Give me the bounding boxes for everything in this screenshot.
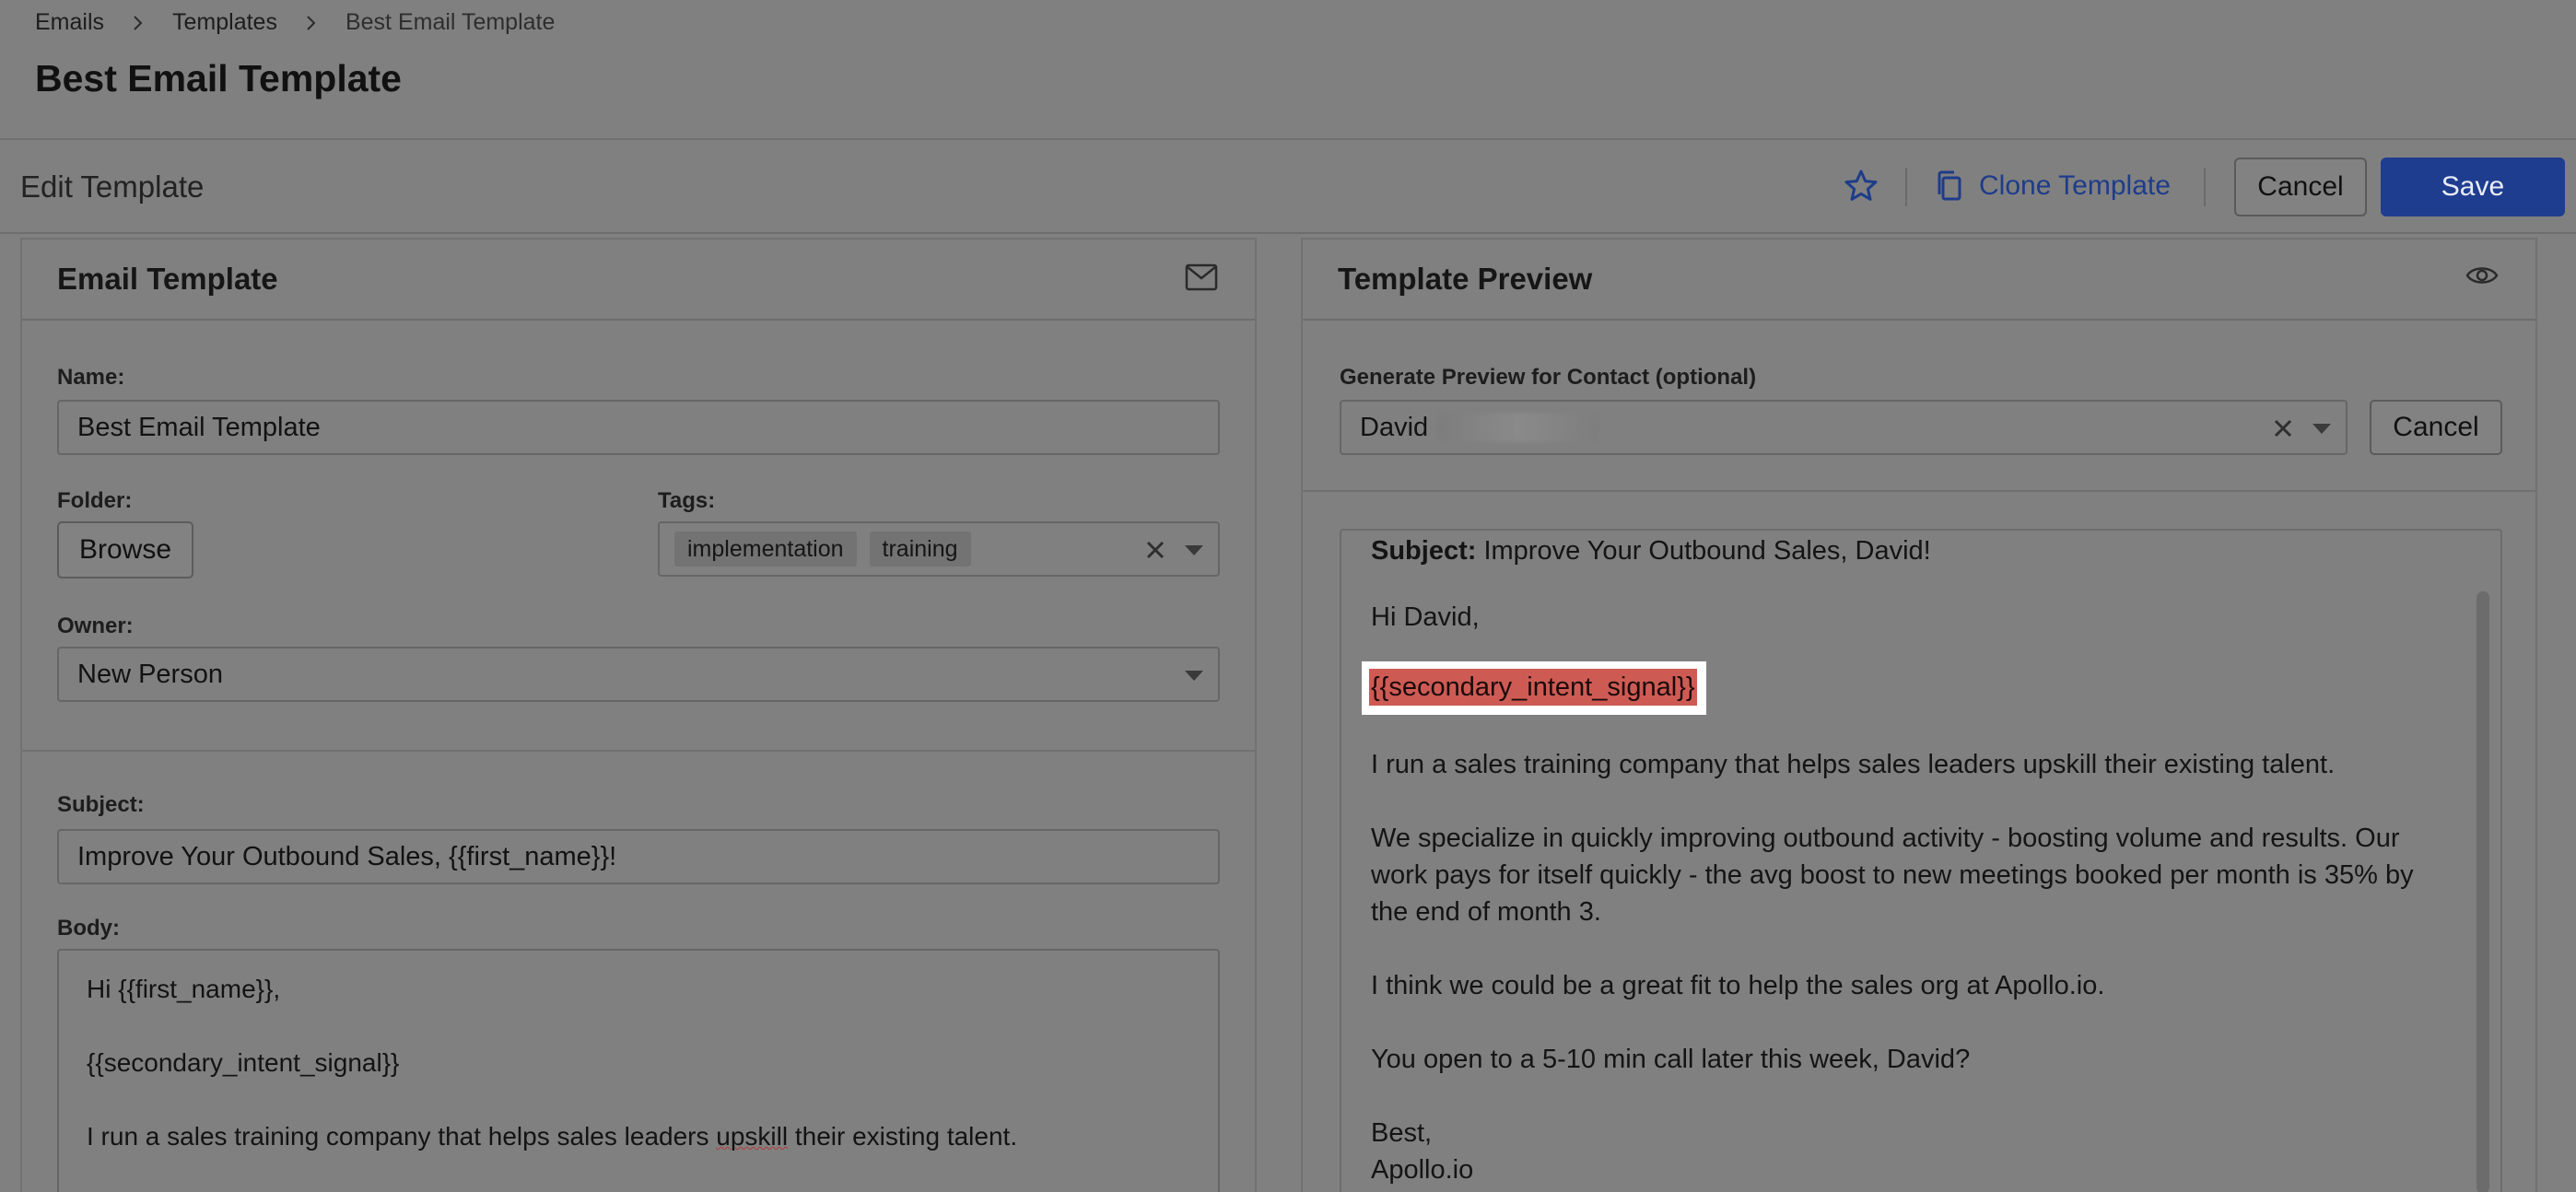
panel-title: Template Preview: [1338, 262, 1593, 296]
preview-greeting: Hi David,: [1371, 602, 1480, 632]
owner-select[interactable]: New Person: [57, 647, 1220, 702]
breadcrumb-current: Best Email Template: [345, 9, 556, 35]
body-text: their existing talent.: [788, 1122, 1018, 1151]
body-editor[interactable]: Hi {{first_name}}, {{secondary_intent_si…: [57, 949, 1220, 1192]
panel-header: Email Template: [22, 240, 1255, 321]
chevron-right-icon: [130, 12, 146, 34]
page: Emails Templates Best Email Template Bes…: [0, 0, 2576, 1192]
contact-value: David: [1360, 412, 1429, 442]
preview-paragraph: You open to a 5-10 min call later this w…: [1371, 1045, 1971, 1074]
body-line: Hi {{first_name}},: [87, 975, 281, 1003]
caret-down-icon[interactable]: [2313, 424, 2331, 434]
preview-signature: Apollo.io: [1371, 1155, 1474, 1185]
contact-label: Generate Preview for Contact (optional): [1340, 365, 1757, 390]
section-divider: [22, 750, 1255, 752]
folder-label: Folder:: [57, 488, 133, 513]
email-template-panel: Email Template Name: Best Email Template…: [20, 238, 1257, 1192]
preview-signoff: Best,: [1371, 1118, 1433, 1148]
name-input[interactable]: Best Email Template: [57, 400, 1220, 455]
panel-header: Template Preview: [1303, 240, 2535, 321]
owner-label: Owner:: [57, 614, 134, 638]
breadcrumb-templates[interactable]: Templates: [172, 9, 277, 36]
preview-scrollbar[interactable]: [2476, 591, 2489, 1192]
preview-cancel-button[interactable]: Cancel: [2370, 400, 2502, 455]
contact-select[interactable]: David: [1340, 400, 2348, 455]
clone-template-button[interactable]: Clone Template: [1935, 164, 2171, 208]
tags-select[interactable]: implementation training: [658, 521, 1220, 577]
toolbar-divider: [1905, 168, 1907, 206]
browse-button[interactable]: Browse: [57, 521, 193, 578]
name-label: Name:: [57, 365, 125, 390]
intent-signal-highlight: {{secondary_intent_signal}}: [1362, 661, 1706, 715]
close-icon[interactable]: [1144, 538, 1166, 568]
breadcrumb-emails[interactable]: Emails: [35, 9, 104, 36]
preview-paragraph: I run a sales training company that help…: [1371, 750, 2336, 779]
close-icon[interactable]: [2272, 416, 2294, 447]
subject-input[interactable]: Improve Your Outbound Sales, {{first_nam…: [57, 829, 1220, 884]
redacted-surname: [1437, 413, 1600, 442]
copy-icon: [1938, 170, 1961, 201]
caret-down-icon: [1185, 671, 1203, 681]
breadcrumb: Emails Templates Best Email Template: [35, 9, 555, 36]
owner-value: New Person: [77, 659, 223, 689]
star-icon[interactable]: [1843, 168, 1879, 205]
page-header: Emails Templates Best Email Template Bes…: [0, 0, 2576, 140]
cancel-button[interactable]: Cancel: [2234, 158, 2367, 216]
spellcheck-word: upskill: [716, 1122, 789, 1151]
preview-paragraph: I think we could be a great fit to help …: [1371, 971, 2105, 1000]
caret-down-icon[interactable]: [1185, 545, 1203, 555]
panel-title: Email Template: [57, 262, 278, 296]
eye-icon[interactable]: [2465, 263, 2499, 292]
body-label: Body:: [57, 916, 120, 941]
preview-paragraph: We specialize in quickly improving outbo…: [1371, 824, 2400, 853]
preview-subject: Subject: Improve Your Outbound Sales, Da…: [1371, 532, 1931, 569]
save-button[interactable]: Save: [2381, 158, 2565, 216]
subject-label: Subject:: [57, 792, 145, 817]
email-preview: Subject: Improve Your Outbound Sales, Da…: [1340, 529, 2502, 1192]
envelope-icon: [1185, 263, 1218, 296]
subject-prefix: Subject:: [1371, 536, 1477, 566]
tag-chip[interactable]: implementation: [674, 532, 857, 567]
subject-value: Improve Your Outbound Sales, {{first_nam…: [77, 841, 617, 871]
name-value: Best Email Template: [77, 412, 321, 442]
tags-label: Tags:: [658, 488, 716, 513]
preview-paragraph: the end of month 3.: [1371, 897, 1601, 927]
chevron-right-icon: [303, 12, 320, 34]
body-line: I run a sales training company that help…: [87, 1122, 1017, 1151]
preview-paragraph: work pays for itself quickly - the avg b…: [1371, 860, 2414, 890]
subject-text: Improve Your Outbound Sales, David!: [1476, 536, 1931, 566]
edit-toolbar: Edit Template: [0, 140, 2576, 234]
intent-signal-variable: {{secondary_intent_signal}}: [1369, 669, 1697, 706]
toolbar-divider: [2204, 168, 2206, 206]
clone-template-label: Clone Template: [1979, 170, 2171, 201]
page-title: Best Email Template: [35, 57, 402, 99]
tag-chip[interactable]: training: [869, 532, 971, 567]
body-line: {{secondary_intent_signal}}: [87, 1048, 400, 1077]
section-divider: [1303, 490, 2535, 492]
edit-template-title: Edit Template: [20, 169, 205, 204]
body-text: I run a sales training company that help…: [87, 1122, 717, 1151]
